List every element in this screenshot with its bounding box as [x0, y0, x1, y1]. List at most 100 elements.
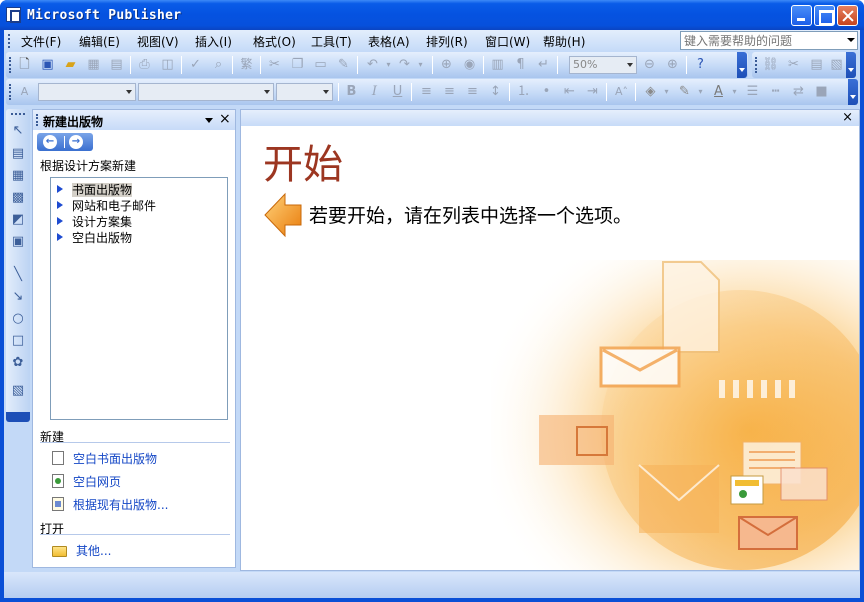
- dash-style-icon[interactable]: ┅: [767, 83, 784, 100]
- columns-icon[interactable]: ▥: [489, 56, 506, 73]
- special-characters-icon[interactable]: ¶: [512, 56, 529, 73]
- font-size-up-icon[interactable]: A˄: [613, 83, 630, 100]
- shadow-style-icon[interactable]: ■: [813, 83, 830, 100]
- center-icon[interactable]: ≡: [441, 83, 458, 100]
- underline-icon[interactable]: U: [389, 83, 406, 100]
- font-combo[interactable]: [138, 83, 274, 101]
- undo-dropdown-icon[interactable]: ▾: [380, 56, 397, 73]
- menu-insert[interactable]: 插入(I): [195, 33, 232, 50]
- tree-item-web-email[interactable]: 网站和电子邮件: [57, 197, 156, 214]
- toolbar-grip-icon[interactable]: [11, 113, 25, 115]
- permission-icon[interactable]: ▤: [108, 56, 125, 73]
- help-dropdown-icon[interactable]: [847, 38, 855, 42]
- toolbar-grip-icon[interactable]: [755, 57, 758, 73]
- style-combo[interactable]: [38, 83, 136, 101]
- numbering-icon[interactable]: ⒈: [515, 83, 532, 100]
- web-new-icon[interactable]: ▣: [39, 56, 56, 73]
- boundaries-icon[interactable]: ↵: [535, 56, 552, 73]
- open-icon[interactable]: ▰: [62, 56, 79, 73]
- link-icon[interactable]: ⛓: [762, 56, 779, 73]
- tree-item-blank-publications[interactable]: 空白出版物: [57, 229, 132, 246]
- toolbar-options-icon[interactable]: [846, 52, 856, 78]
- open-other-link[interactable]: 其他...: [52, 542, 111, 559]
- task-pane-close-icon[interactable]: ×: [219, 112, 231, 126]
- insert-hyperlink-icon[interactable]: ⊕: [438, 56, 455, 73]
- font-color-icon[interactable]: A: [710, 83, 727, 100]
- menu-file[interactable]: 文件(F): [21, 33, 61, 50]
- design-gallery-icon[interactable]: ▧: [10, 383, 26, 399]
- wordart-icon[interactable]: ▩: [10, 190, 26, 206]
- close-button[interactable]: [837, 5, 858, 26]
- break-link-icon[interactable]: ✂: [785, 56, 802, 73]
- fill-color-dropdown-icon[interactable]: ▾: [658, 83, 675, 100]
- bullets-icon[interactable]: •: [538, 83, 555, 100]
- maximize-button[interactable]: [814, 5, 835, 26]
- help-question-input[interactable]: [681, 32, 841, 49]
- menu-help[interactable]: 帮助(H): [543, 33, 585, 50]
- redo-icon[interactable]: ↷: [396, 56, 413, 73]
- research-icon[interactable]: ⌕: [210, 56, 227, 73]
- traditional-chinese-icon[interactable]: 繁: [238, 56, 255, 73]
- forward-icon[interactable]: →: [69, 135, 83, 149]
- italic-icon[interactable]: I: [366, 83, 383, 100]
- line-icon[interactable]: ╲: [10, 267, 26, 283]
- new-icon[interactable]: 🗋: [16, 56, 33, 73]
- increase-indent-icon[interactable]: ⇥: [584, 83, 601, 100]
- menu-tools[interactable]: 工具(T): [311, 33, 352, 50]
- blank-print-publication-link[interactable]: 空白书面出版物: [52, 450, 157, 467]
- print-icon[interactable]: ⎙: [136, 56, 153, 73]
- cut-icon[interactable]: ✂: [266, 56, 283, 73]
- line-style-icon[interactable]: ☰: [744, 83, 761, 100]
- menu-table[interactable]: 表格(A): [368, 33, 410, 50]
- save-icon[interactable]: ▦: [85, 56, 102, 73]
- align-right-icon[interactable]: ≡: [464, 83, 481, 100]
- next-box-icon[interactable]: ▧: [828, 56, 845, 73]
- menu-edit[interactable]: 编辑(E): [79, 33, 120, 50]
- toolbar-grip-icon[interactable]: [9, 57, 12, 73]
- menu-view[interactable]: 视图(V): [137, 33, 179, 50]
- toolbar-grip-icon[interactable]: [9, 84, 12, 100]
- back-icon[interactable]: ←: [43, 135, 57, 149]
- copy-icon[interactable]: ❐: [289, 56, 306, 73]
- paste-icon[interactable]: ▭: [312, 56, 329, 73]
- styles-icon[interactable]: A: [16, 83, 33, 100]
- fill-color-icon[interactable]: ◈: [642, 83, 659, 100]
- menu-arrange[interactable]: 排列(R): [426, 33, 468, 50]
- menu-format[interactable]: 格式(O): [253, 33, 296, 50]
- spelling-icon[interactable]: ✓: [187, 56, 204, 73]
- title-bar[interactable]: Microsoft Publisher: [0, 0, 864, 30]
- font-size-combo[interactable]: [276, 83, 333, 101]
- select-objects-icon[interactable]: ↖: [10, 123, 26, 139]
- print-preview-icon[interactable]: ◫: [159, 56, 176, 73]
- format-painter-icon[interactable]: ✎: [335, 56, 352, 73]
- menubar-grip-icon[interactable]: [8, 34, 11, 48]
- line-color-dropdown-icon[interactable]: ▾: [692, 83, 709, 100]
- task-pane-grip-icon[interactable]: [36, 114, 39, 126]
- help-icon[interactable]: ?: [692, 56, 709, 73]
- zoom-in-icon[interactable]: ⊕: [664, 56, 681, 73]
- bold-icon[interactable]: B: [343, 83, 360, 100]
- clip-art-icon[interactable]: ▣: [10, 234, 26, 250]
- decrease-indent-icon[interactable]: ⇤: [561, 83, 578, 100]
- minimize-button[interactable]: [791, 5, 812, 26]
- insert-table-icon[interactable]: ▦: [10, 168, 26, 184]
- tree-item-design-sets[interactable]: 设计方案集: [57, 213, 132, 230]
- blank-web-page-link[interactable]: 空白网页: [52, 473, 121, 490]
- rectangle-icon[interactable]: □: [10, 333, 26, 349]
- text-box-link-icon[interactable]: ▤: [808, 56, 825, 73]
- oval-icon[interactable]: ○: [10, 311, 26, 327]
- autoshapes-icon[interactable]: ✿: [10, 355, 26, 371]
- undo-icon[interactable]: ↶: [364, 56, 381, 73]
- publisher-app-icon[interactable]: [6, 7, 21, 23]
- picture-frame-icon[interactable]: ◩: [10, 212, 26, 228]
- toolbar-options-icon[interactable]: [737, 52, 747, 78]
- from-existing-publication-link[interactable]: 根据现有出版物...: [52, 496, 168, 513]
- objects-toolbar-options-icon[interactable]: [6, 412, 30, 422]
- pan-icon[interactable]: ◉: [461, 56, 478, 73]
- tree-item-print-publications[interactable]: 书面出版物: [57, 181, 133, 198]
- line-spacing-icon[interactable]: ↕: [487, 83, 504, 100]
- toolbar-options-icon[interactable]: [848, 79, 858, 105]
- arrow-icon[interactable]: ↘: [10, 289, 26, 305]
- start-pane-close-icon[interactable]: ×: [842, 110, 853, 125]
- help-question-box[interactable]: [680, 31, 858, 50]
